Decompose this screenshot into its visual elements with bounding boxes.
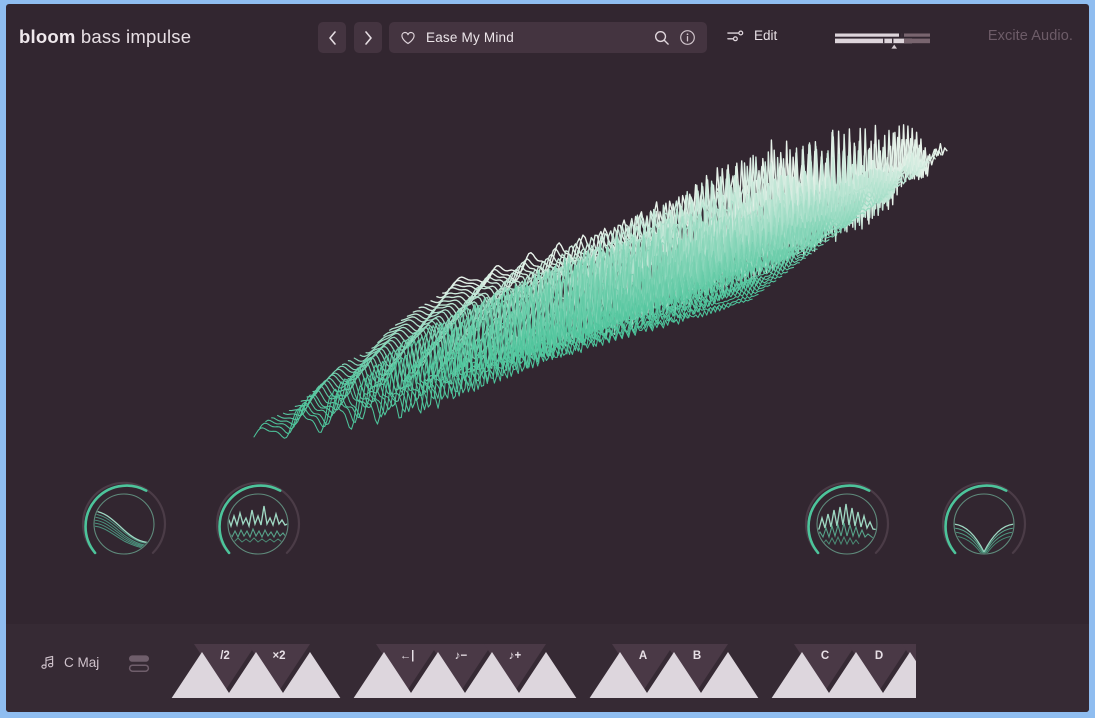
waveform-visualizer[interactable] xyxy=(6,68,1089,628)
knob-3-svg xyxy=(804,481,890,555)
music-note-icon xyxy=(41,655,54,669)
waterfall-svg xyxy=(253,124,948,439)
knob-shape-decay[interactable] xyxy=(80,480,168,568)
trigger-modifier-label: D xyxy=(875,650,883,662)
trigger-modifier-label: ♪+ xyxy=(509,650,522,662)
brand-subtitle: bass impulse xyxy=(75,26,192,47)
bottom-bar: C Maj /2×2←|♪−♪+ABCDE xyxy=(6,624,1089,712)
trigger-modifier-label: ♪− xyxy=(455,650,468,662)
trigger-pads-svg: /2×2←|♪−♪+ABCDE xyxy=(171,644,995,699)
trigger-modifier-label: /2 xyxy=(220,650,230,662)
info-icon[interactable] xyxy=(679,29,696,46)
trigger-modifier-label: A xyxy=(639,650,647,662)
header-bar: bloom bass impulse Ease My Mind Edit Exc… xyxy=(6,4,1089,68)
scale-label: C Maj xyxy=(64,655,100,670)
chevron-left-icon xyxy=(328,30,336,45)
knob-texture[interactable] xyxy=(214,480,302,568)
preset-browser[interactable]: Ease My Mind xyxy=(389,22,707,53)
waterfall-line xyxy=(253,298,753,439)
trigger-modifier-label: B xyxy=(693,650,701,662)
brand-title: bloom bass impulse xyxy=(19,26,191,48)
brand-bold: bloom xyxy=(19,26,76,47)
heart-icon[interactable] xyxy=(400,30,416,46)
knob-tone[interactable] xyxy=(940,480,1028,568)
preset-prev-button[interactable] xyxy=(318,22,346,53)
preset-name-label: Ease My Mind xyxy=(426,30,514,45)
plugin-window: bloom bass impulse Ease My Mind Edit Exc… xyxy=(0,0,1095,718)
preset-next-button[interactable] xyxy=(354,22,382,53)
level-meter[interactable] xyxy=(835,30,930,50)
layers-icon[interactable] xyxy=(128,654,150,673)
edit-button[interactable]: Edit xyxy=(727,28,777,43)
vendor-label: Excite Audio. xyxy=(987,28,1073,44)
trigger-modifier-label: ←| xyxy=(400,650,415,662)
sliders-icon xyxy=(727,30,744,41)
knob-1-svg xyxy=(81,481,167,555)
chevron-right-icon xyxy=(364,30,372,45)
edit-label: Edit xyxy=(754,28,778,43)
scale-selector[interactable]: C Maj xyxy=(39,654,99,671)
plugin-body: bloom bass impulse Ease My Mind Edit Exc… xyxy=(6,4,1089,712)
trigger-pad-bar[interactable]: /2×2←|♪−♪+ABCDE xyxy=(171,638,995,699)
trigger-modifier-label: ×2 xyxy=(272,650,285,662)
knob-4-svg xyxy=(941,481,1027,555)
search-icon[interactable] xyxy=(653,29,670,46)
knob-transient[interactable] xyxy=(803,480,891,568)
trigger-modifier-label: C xyxy=(821,650,829,662)
knob-2-svg xyxy=(215,481,301,555)
